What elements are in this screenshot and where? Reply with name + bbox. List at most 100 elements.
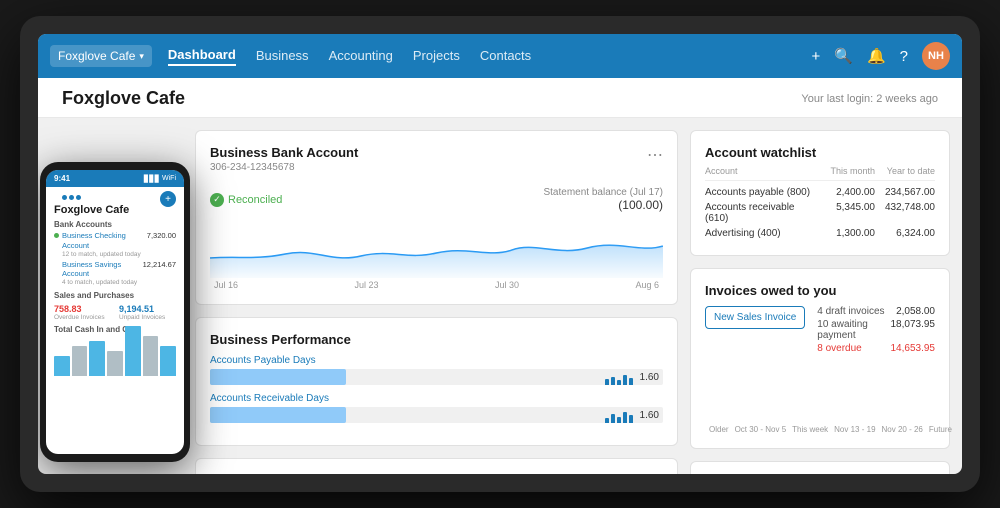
invoice-bar-label: This week xyxy=(792,425,828,434)
nav-right: + 🔍 🔔 ? NH xyxy=(812,42,950,70)
mini-bar xyxy=(623,412,627,423)
watchlist-month-1: 2,400.00 xyxy=(820,187,875,198)
invoice-stat-2-value: 18,073.95 xyxy=(891,319,936,341)
nav-contacts[interactable]: Contacts xyxy=(480,48,531,65)
ap-days-value: 1.60 xyxy=(640,372,659,383)
phone-unpaid-value: 9,194.51 xyxy=(119,304,176,314)
mini-bar xyxy=(611,414,615,423)
phone-chart-bar xyxy=(160,346,176,376)
phone-add-button[interactable]: + xyxy=(160,191,176,207)
invoice-bar-label: Older xyxy=(709,425,729,434)
add-icon[interactable]: + xyxy=(812,48,821,65)
left-col: 9:41 ▊▊▊ WiFi + xyxy=(50,130,678,462)
invoice-bar-label: Oct 30 - Nov 5 xyxy=(735,425,787,434)
mini-bar xyxy=(605,379,609,385)
page-title: Foxglove Cafe xyxy=(62,88,185,109)
mini-bar xyxy=(629,378,633,385)
dot-1 xyxy=(62,195,67,200)
watchlist-account-2: Accounts receivable (610) xyxy=(705,202,820,224)
nav-business[interactable]: Business xyxy=(256,48,309,65)
phone-unpaid-label: Unpaid Invoices xyxy=(119,314,176,321)
chevron-down-icon: ▾ xyxy=(139,51,144,62)
ar-days-label: Accounts Receivable Days xyxy=(210,393,663,404)
phone-account-1-sub: 12 to match, updated today xyxy=(62,251,147,258)
mini-bar xyxy=(617,417,621,423)
phone-screen: 9:41 ▊▊▊ WiFi + xyxy=(46,170,184,454)
ap-days-row: Accounts Payable Days 1 xyxy=(210,355,663,385)
invoice-bars: Older Oct 30 - Nov 5 This week Nov 13 - 19 N… xyxy=(705,364,935,434)
ar-days-row: Accounts Receivable Days xyxy=(210,393,663,423)
phone-account-1-name: Business Checking Account xyxy=(62,231,147,251)
help-icon[interactable]: ? xyxy=(900,48,908,65)
invoice-bar-label: Nov 13 - 19 xyxy=(834,425,875,434)
ap-mini-bars xyxy=(605,369,633,385)
device-frame: Foxglove Cafe ▾ Dashboard Business Accou… xyxy=(20,16,980,492)
new-sales-invoice-button[interactable]: New Sales Invoice xyxy=(705,306,805,329)
phone-overdue-label: Overdue Invoices xyxy=(54,314,111,321)
bell-icon[interactable]: 🔔 xyxy=(867,47,886,65)
phone-account-row-2: Business Savings Account 4 to match, upd… xyxy=(54,260,176,287)
avatar[interactable]: NH xyxy=(922,42,950,70)
ap-days-track: 1.60 xyxy=(210,369,663,385)
phone-unpaid-stat: 9,194.51 Unpaid Invoices xyxy=(119,304,176,321)
phone-account-2-name: Business Savings Account xyxy=(62,260,143,280)
chart-date-3: Jul 30 xyxy=(495,280,519,290)
watchlist-title: Account watchlist xyxy=(705,145,935,160)
page-header: Foxglove Cafe Your last login: 2 weeks a… xyxy=(38,78,962,118)
nav-accounting[interactable]: Accounting xyxy=(329,48,393,65)
phone-account-row-1: Business Checking Account 12 to match, u… xyxy=(54,231,176,258)
phone-cashflow-title: Total Cash In and Out xyxy=(54,325,176,334)
phone-sales-section: Sales and Purchases xyxy=(54,291,176,300)
dashboard-body: 9:41 ▊▊▊ WiFi + xyxy=(38,118,962,474)
invoice-bar-label: Nov 20 - 26 xyxy=(882,425,923,434)
dot-3 xyxy=(76,195,81,200)
phone-chart-bar xyxy=(72,346,88,376)
bank-card-menu-icon[interactable]: ⋯ xyxy=(647,145,663,165)
phone-org-title: Foxglove Cafe xyxy=(54,204,176,216)
cashflow-card: Total cashflow xyxy=(690,461,950,474)
phone-status-icons: ▊▊▊ WiFi xyxy=(144,175,176,183)
phone-chart-bar xyxy=(107,351,123,376)
watchlist-account-3: Advertising (400) xyxy=(705,228,820,239)
watchlist-col-month: This month xyxy=(820,166,875,176)
phone-chart-bar xyxy=(143,336,159,376)
ap-days-label: Accounts Payable Days xyxy=(210,355,663,366)
bank-account-number: 306-234-12345678 xyxy=(210,162,358,173)
invoice-stat-1: 4 draft invoices 2,058.00 xyxy=(817,306,935,317)
watchlist-month-3: 1,300.00 xyxy=(820,228,875,239)
watchlist-ytd-3: 6,324.00 xyxy=(875,228,935,239)
ar-mini-bars xyxy=(605,407,633,423)
watchlist-row-2: Accounts receivable (610) 5,345.00 432,7… xyxy=(705,200,935,226)
desktop-cards: Business Bank Account 306-234-12345678 ⋯… xyxy=(195,130,678,462)
watchlist-col-ytd: Year to date xyxy=(875,166,935,176)
check-icon: ✓ xyxy=(210,193,224,207)
invoice-stat-2-label: 10 awaiting payment xyxy=(817,319,890,341)
phone-content: Foxglove Cafe Bank Accounts Business Che… xyxy=(46,200,184,454)
chart-date-1: Jul 16 xyxy=(214,280,238,290)
bank-chart-area xyxy=(210,218,663,278)
watchlist-col-account: Account xyxy=(705,166,820,176)
org-selector[interactable]: Foxglove Cafe ▾ xyxy=(50,45,152,67)
invoice-stat-3-value: 14,653.95 xyxy=(891,343,936,354)
org-name: Foxglove Cafe xyxy=(58,49,135,63)
watchlist-row-1: Accounts payable (800) 2,400.00 234,567.… xyxy=(705,185,935,200)
phone-overlay: 9:41 ▊▊▊ WiFi + xyxy=(40,162,190,462)
chart-dates: Jul 16 Jul 23 Jul 30 Aug 6 xyxy=(210,280,663,290)
phone-time: 9:41 xyxy=(54,174,70,183)
invoice-stats: 4 draft invoices 2,058.00 10 awaiting pa… xyxy=(817,306,935,354)
bills-card: Bills you need to pay New Bill 1 draft i… xyxy=(195,458,678,474)
phone-dots xyxy=(62,195,168,200)
search-icon[interactable]: 🔍 xyxy=(834,47,853,65)
invoice-bar-group: Future xyxy=(929,423,952,434)
invoice-bar-group: Oct 30 - Nov 5 xyxy=(735,423,787,434)
nav-projects[interactable]: Projects xyxy=(413,48,460,65)
invoice-stat-3-label: 8 overdue xyxy=(817,343,861,354)
phone-account-2-amount: 12,214.67 xyxy=(143,260,176,287)
mini-bar xyxy=(623,375,627,385)
nav-links: Dashboard Business Accounting Projects C… xyxy=(168,47,812,66)
nav-dashboard[interactable]: Dashboard xyxy=(168,47,236,66)
reconciled-badge: ✓ Reconciled xyxy=(210,193,282,207)
account-dot xyxy=(54,233,59,238)
phone-bank-section: Bank Accounts xyxy=(54,220,176,229)
ar-days-value: 1.60 xyxy=(640,410,659,421)
